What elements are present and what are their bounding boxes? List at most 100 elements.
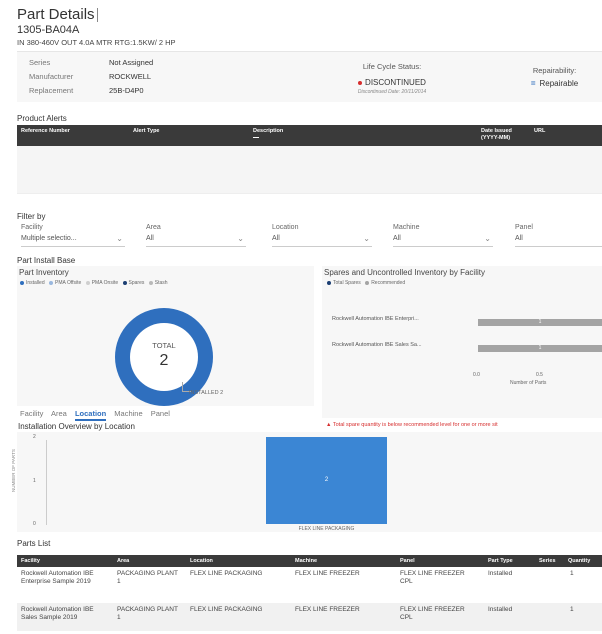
spares-x-tick: 0.5 (536, 372, 543, 378)
legend-spares[interactable]: Spares (129, 280, 145, 286)
legend-pma-onsite[interactable]: PMA Onsite (92, 280, 118, 286)
col-quantity[interactable]: Quantity (568, 558, 590, 564)
overview-y-axis-label: NUMBER OF PARTS (11, 449, 16, 492)
cell-machine: FLEX LINE FREEZER (295, 570, 360, 577)
col-panel[interactable]: Panel (400, 558, 415, 564)
donut-callout: INSTALLED 2 (189, 390, 224, 396)
text-cursor (96, 8, 98, 23)
table-row[interactable]: Rockwell Automation IBE Enterprise Sampl… (17, 567, 602, 603)
parts-list-header: Facility Area Location Machine Panel Par… (17, 555, 602, 567)
legend-stash[interactable]: Stash (155, 280, 168, 286)
cell-machine: FLEX LINE FREEZER (295, 606, 360, 613)
col-part-type[interactable]: Part Type (488, 558, 513, 564)
tab-area[interactable]: Area (51, 409, 67, 418)
chevron-down-icon: ⌄ (116, 234, 123, 243)
chevron-down-icon: ⌄ (237, 234, 244, 243)
spares-category-label: Rockwell Automation IBE Sales Sa... (332, 342, 422, 348)
legend-installed[interactable]: Installed (26, 280, 45, 286)
chevron-down-icon: ⌄ (484, 234, 491, 243)
filter-facility-label: Facility (21, 224, 43, 231)
filter-facility-select[interactable]: Multiple selectio... ⌄ (21, 234, 125, 247)
col-machine[interactable]: Machine (295, 558, 317, 564)
tab-machine[interactable]: Machine (114, 409, 142, 418)
col-location[interactable]: Location (190, 558, 213, 564)
donut-total-label: TOTAL (152, 341, 176, 350)
cell-facility: Rockwell Automation IBE Enterprise Sampl… (21, 570, 94, 585)
filter-location-value: All (272, 235, 280, 242)
repairability: Repairability: = Repairable (507, 66, 602, 88)
col-alert-type[interactable]: Alert Type (133, 128, 160, 134)
col-date-issued[interactable]: Date Issued (YYYY-MM) (481, 128, 529, 141)
part-inventory-panel: Part Inventory Installed PMA Offsite PMA… (17, 266, 314, 406)
view-tabs: Facility Area Location Machine Panel (20, 409, 176, 421)
legend-total-spares[interactable]: Total Spares (333, 280, 361, 286)
spares-x-tick: 0.0 (473, 372, 480, 378)
filter-area-select[interactable]: All ⌄ (146, 234, 246, 247)
overview-bar[interactable]: 2 (266, 437, 387, 524)
replacement-label: Replacement (29, 86, 74, 95)
repairable-icon: = (530, 79, 536, 88)
col-facility[interactable]: Facility (21, 558, 40, 564)
col-reference-number[interactable]: Reference Number (21, 128, 70, 134)
status-dot-icon (358, 80, 363, 85)
parts-list-title: Parts List (17, 539, 51, 548)
filter-machine-value: All (393, 235, 401, 242)
col-description[interactable]: Description (253, 128, 283, 134)
cell-quantity: 1 (570, 570, 574, 577)
repairability-value: Repairable (539, 79, 579, 88)
tab-facility[interactable]: Facility (20, 409, 43, 418)
filter-bar: Filter by Facility Multiple selectio... ⌄… (17, 212, 602, 250)
filter-location-select[interactable]: All ⌄ (272, 234, 372, 247)
tab-location[interactable]: Location (74, 409, 107, 421)
sort-indicator-icon (253, 137, 259, 138)
legend-pma-offsite-swatch (49, 280, 54, 285)
cell-part-type: Installed (488, 570, 513, 577)
legend-total-spares-swatch (327, 280, 331, 285)
cell-panel: FLEX LINE FREEZER CPL (400, 570, 465, 585)
overview-y-tick: 2 (33, 434, 36, 440)
cell-part-type: Installed (488, 606, 513, 613)
tab-panel[interactable]: Panel (151, 409, 170, 418)
col-url[interactable]: URL (534, 128, 545, 134)
spares-legend: Total Spares Recommended (324, 280, 405, 286)
legend-pma-offsite[interactable]: PMA Offsite (55, 280, 81, 286)
filter-panel-value: All (515, 235, 523, 242)
filter-title: Filter by (17, 212, 46, 221)
legend-pma-onsite-swatch (85, 280, 90, 285)
chevron-down-icon: ⌄ (363, 234, 370, 243)
cell-quantity: 1 (570, 606, 574, 613)
legend-spares-swatch (122, 280, 127, 285)
legend-stash-swatch (148, 280, 153, 285)
cell-location: FLEX LINE PACKAGING (190, 570, 263, 577)
spares-panel: Spares and Uncontrolled Inventory by Fac… (322, 266, 602, 418)
series-row: Series Not Assigned (29, 58, 153, 67)
spares-bar[interactable]: 1 (478, 319, 602, 326)
spares-x-axis-label: Number of Parts (510, 380, 547, 386)
filter-area-label: Area (146, 224, 161, 231)
part-description: IN 380-460V OUT 4.0A MTR RTG:1.5KW/ 2 HP (17, 38, 176, 47)
cell-area: PACKAGING PLANT 1 (117, 570, 178, 585)
install-base-title: Part Install Base (17, 256, 76, 265)
spares-warning: ▲ Total spare quantity is below recommen… (326, 422, 498, 428)
part-info-card: Series Not Assigned Manufacturer ROCKWELL … (17, 51, 602, 102)
filter-panel-select[interactable]: All (515, 235, 602, 247)
col-area[interactable]: Area (117, 558, 129, 564)
overview-x-label: FLEX LINE PACKAGING (298, 526, 355, 532)
y-axis (46, 440, 47, 525)
spares-category-label: Rockwell Automation IBE Enterpri... (332, 316, 419, 322)
legend-recommended[interactable]: Recommended (371, 280, 405, 286)
lifecycle-label: Life Cycle Status: (362, 62, 422, 71)
inventory-title: Part Inventory (19, 268, 69, 277)
cell-facility: Rockwell Automation IBE Sales Sample 201… (21, 606, 94, 621)
replacement-value[interactable]: 25B-D4P0 (109, 86, 144, 95)
col-series[interactable]: Series (539, 558, 556, 564)
series-label: Series (29, 58, 51, 67)
filter-machine-select[interactable]: All ⌄ (393, 234, 493, 247)
filter-panel-label: Panel (515, 224, 533, 231)
overview-y-tick: 1 (33, 477, 36, 484)
spares-bar[interactable]: 1 (478, 345, 602, 352)
alerts-table-body (17, 146, 602, 194)
replacement-row: Replacement 25B-D4P0 (29, 86, 144, 95)
part-header: Part Details 1305-BA04A IN 380-460V OUT … (17, 6, 602, 47)
table-row[interactable]: Rockwell Automation IBE Sales Sample 201… (17, 603, 602, 631)
